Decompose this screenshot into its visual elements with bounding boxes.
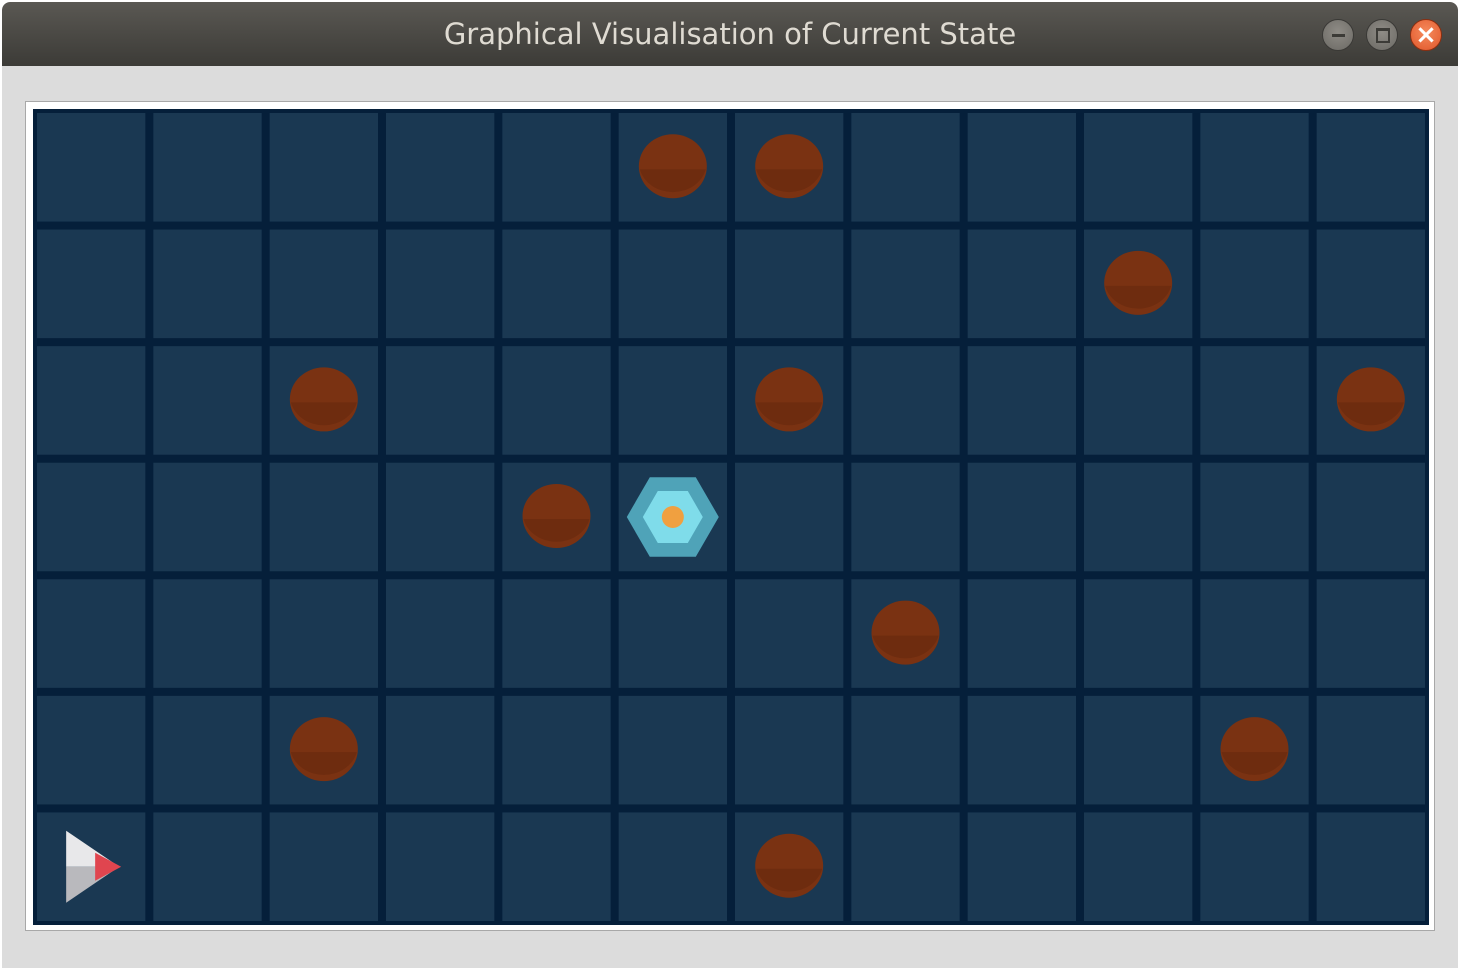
grid-cell bbox=[269, 229, 378, 339]
grid-cell bbox=[269, 462, 378, 572]
grid-cell bbox=[1316, 579, 1425, 688]
grid-cell bbox=[967, 812, 1076, 921]
grid-cell bbox=[1200, 812, 1309, 921]
grid-cell bbox=[502, 229, 611, 339]
grid-cell bbox=[153, 346, 262, 455]
grid-cell bbox=[851, 229, 960, 339]
grid-cell bbox=[851, 695, 960, 805]
grid-cell bbox=[153, 113, 262, 222]
grid-cell bbox=[967, 113, 1076, 222]
goal-core bbox=[661, 506, 684, 528]
grid-cell bbox=[37, 113, 146, 222]
grid-cell bbox=[386, 229, 495, 339]
title-bar[interactable]: Graphical Visualisation of Current State… bbox=[2, 2, 1458, 66]
grid-cell bbox=[386, 113, 495, 222]
window-title: Graphical Visualisation of Current State bbox=[443, 17, 1017, 51]
grid-cell bbox=[502, 579, 611, 688]
grid-cell bbox=[153, 229, 262, 339]
grid-cell bbox=[269, 812, 378, 921]
grid-cell bbox=[1316, 229, 1425, 339]
grid-cell bbox=[269, 579, 378, 688]
grid-cell bbox=[37, 346, 146, 455]
grid-cell bbox=[851, 812, 960, 921]
grid-cell bbox=[967, 695, 1076, 805]
grid-cell bbox=[386, 812, 495, 921]
grid-cell bbox=[153, 579, 262, 688]
grid-cell bbox=[618, 695, 727, 805]
grid-cell bbox=[618, 812, 727, 921]
grid-cell bbox=[386, 695, 495, 805]
grid-cell bbox=[269, 113, 378, 222]
close-button[interactable]: × bbox=[1410, 19, 1442, 51]
grid-cell bbox=[618, 346, 727, 455]
grid-cell bbox=[37, 695, 146, 805]
grid-cell bbox=[502, 695, 611, 805]
minimize-icon bbox=[1332, 34, 1345, 37]
grid-cell bbox=[1084, 579, 1193, 688]
grid-cell bbox=[153, 462, 262, 572]
grid-cell bbox=[153, 695, 262, 805]
grid-cell bbox=[153, 812, 262, 921]
grid-cell bbox=[967, 579, 1076, 688]
grid-cell bbox=[1200, 346, 1309, 455]
grid-cell bbox=[37, 579, 146, 688]
grid-cell bbox=[1084, 113, 1193, 222]
grid-cell bbox=[618, 579, 727, 688]
grid-cell bbox=[735, 579, 844, 688]
grid-cell bbox=[502, 346, 611, 455]
grid-cell bbox=[735, 462, 844, 572]
grid-cell bbox=[1200, 579, 1309, 688]
grid-cell bbox=[1316, 113, 1425, 222]
grid-cell bbox=[502, 113, 611, 222]
grid-cell bbox=[1084, 695, 1193, 805]
grid-cell bbox=[967, 346, 1076, 455]
minimize-button[interactable] bbox=[1322, 19, 1354, 51]
grid-svg bbox=[33, 109, 1429, 925]
grid-cell bbox=[1200, 229, 1309, 339]
grid-cell bbox=[1316, 462, 1425, 572]
grid-cell bbox=[851, 462, 960, 572]
app-window: Graphical Visualisation of Current State… bbox=[2, 2, 1458, 968]
grid-cell bbox=[735, 695, 844, 805]
grid-cell bbox=[386, 462, 495, 572]
grid-cell bbox=[386, 579, 495, 688]
grid-cell bbox=[1084, 812, 1193, 921]
maximize-icon bbox=[1376, 28, 1390, 43]
close-icon: × bbox=[1415, 20, 1437, 50]
grid-cell bbox=[1084, 346, 1193, 455]
grid-cell bbox=[967, 462, 1076, 572]
grid-cell bbox=[37, 462, 146, 572]
grid-cell bbox=[37, 229, 146, 339]
grid-cell bbox=[502, 812, 611, 921]
maximize-button[interactable] bbox=[1366, 19, 1398, 51]
grid-board bbox=[33, 109, 1429, 925]
grid-cell bbox=[1316, 695, 1425, 805]
grid-cell bbox=[967, 229, 1076, 339]
grid-cell bbox=[1084, 462, 1193, 572]
grid-cell bbox=[618, 229, 727, 339]
grid-cell bbox=[851, 346, 960, 455]
grid-cell bbox=[1200, 462, 1309, 572]
grid-cell bbox=[735, 229, 844, 339]
grid-cell bbox=[1200, 113, 1309, 222]
grid-cell bbox=[386, 346, 495, 455]
grid-cell bbox=[1316, 812, 1425, 921]
grid-cell bbox=[851, 113, 960, 222]
